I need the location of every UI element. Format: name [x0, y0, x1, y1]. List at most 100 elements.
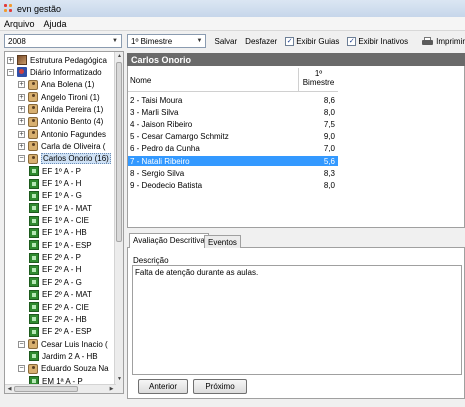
grade-cell[interactable]: 5,6 — [298, 157, 338, 166]
tree-item[interactable]: EF 2º A - G — [29, 276, 82, 288]
tree-item[interactable]: + Ana Bolena (1) — [18, 79, 94, 91]
class-icon — [29, 215, 39, 226]
printer-icon — [422, 36, 434, 46]
checkbox-checked-icon[interactable]: ✓ — [285, 36, 295, 46]
column-header-period[interactable]: 1º Bimestre — [298, 68, 338, 92]
tree-item[interactable]: − Diário Informatizado — [7, 66, 102, 78]
tree-item[interactable]: + Estrutura Pedagógica — [7, 54, 107, 66]
student-name: Carlos Onorio — [131, 54, 192, 65]
tree-item[interactable]: EF 2º A - P — [29, 252, 81, 264]
class-icon — [29, 277, 39, 288]
tree-item-label: Angelo Tironi (1) — [41, 92, 100, 102]
scroll-right-icon[interactable]: ▶ — [107, 385, 116, 393]
user-icon — [28, 339, 38, 350]
tab-eventos[interactable]: Eventos — [204, 235, 241, 248]
menu-arquivo[interactable]: Arquivo — [4, 19, 35, 29]
tree-item[interactable]: EF 1º A - G — [29, 190, 82, 202]
collapse-icon[interactable]: − — [7, 68, 14, 76]
tree-item[interactable]: EF 1º A - CIE — [29, 215, 89, 227]
class-icon — [29, 302, 39, 312]
previous-button[interactable]: Anterior — [138, 379, 188, 394]
description-label: Descrição — [133, 256, 169, 265]
next-button[interactable]: Próximo — [193, 379, 247, 394]
tree-item[interactable]: EF 2º A - ESP — [29, 326, 92, 338]
grade-cell[interactable]: 9,0 — [298, 132, 338, 141]
user-icon — [28, 116, 38, 127]
menu-ajuda[interactable]: Ajuda — [44, 19, 67, 29]
scrollbar-thumb[interactable] — [14, 386, 78, 392]
tree-item[interactable]: + Angelo Tironi (1) — [18, 91, 100, 103]
student-name-cell: 4 - Jaison Ribeiro — [130, 119, 193, 129]
tree-item[interactable]: EF 1º A - ESP — [29, 239, 92, 251]
undo-button[interactable]: Desfazer — [245, 37, 277, 46]
year-select[interactable]: 2008 ▼ — [4, 34, 122, 48]
period-select[interactable]: 1º Bimestre ▼ — [127, 34, 207, 48]
class-icon — [29, 314, 39, 325]
collapse-icon[interactable]: − — [18, 340, 25, 348]
grade-cell[interactable]: 7,5 — [298, 120, 338, 129]
tree-item[interactable]: − Carlos Onorio (16) — [18, 153, 111, 165]
toolbar: 1º Bimestre ▼ Salvar Desfazer ✓ Exibir G… — [127, 32, 465, 50]
table-row[interactable]: 3 - Marli Silva 8,0 — [128, 107, 338, 117]
class-icon — [29, 252, 39, 263]
tree-item[interactable]: + Antonio Bento (4) — [18, 116, 103, 128]
description-textarea[interactable]: Falta de atenção durante as aulas. — [132, 265, 462, 375]
scrollbar-thumb[interactable] — [116, 62, 122, 242]
tree-item[interactable]: Jardim 2 A - HB — [29, 350, 98, 362]
grades-grid[interactable]: Nome 1º Bimestre 2 - Taisi Moura 8,6 3 - M… — [127, 66, 465, 228]
table-row[interactable]: 2 - Taisi Moura 8,6 — [128, 95, 338, 105]
tree-item[interactable]: EF 1º A - HB — [29, 227, 87, 239]
table-row[interactable]: 7 - Natali Ribeiro 5,6 — [128, 156, 338, 166]
tree-item[interactable]: EF 2º A - H — [29, 264, 81, 276]
collapse-icon[interactable]: − — [18, 155, 25, 163]
show-tabs-toggle[interactable]: ✓ Exibir Guias — [285, 36, 339, 46]
tree-item[interactable]: EF 2º A - CIE — [29, 301, 89, 313]
tab-avaliacao-descritiva[interactable]: Avaliação Descritiva — [129, 233, 209, 248]
table-row[interactable]: 5 - Cesar Camargo Schmitz 9,0 — [128, 132, 338, 142]
tree-item[interactable]: EF 1º A - MAT — [29, 202, 92, 214]
student-name-cell: 7 - Natali Ribeiro — [130, 156, 190, 166]
grade-cell[interactable]: 8,6 — [298, 96, 338, 105]
show-inactive-toggle[interactable]: ✓ Exibir Inativos — [347, 36, 408, 46]
expand-icon[interactable]: + — [18, 130, 25, 138]
grades-header: Nome 1º Bimestre — [128, 66, 338, 92]
grade-cell[interactable]: 8,3 — [298, 169, 338, 178]
tree-item[interactable]: + Antonio Fagundes — [18, 128, 106, 140]
tree-vertical-scrollbar[interactable]: ▲ ▼ — [114, 52, 123, 393]
expand-icon[interactable]: + — [18, 93, 25, 101]
table-row[interactable]: 8 - Sergio Silva 8,3 — [128, 168, 338, 178]
expand-icon[interactable]: + — [18, 81, 25, 89]
tree-item[interactable]: + Carla de Oliveira ( — [18, 140, 105, 152]
tree-item[interactable]: EF 2º A - MAT — [29, 289, 92, 301]
scroll-down-icon[interactable]: ▼ — [115, 375, 123, 384]
scroll-up-icon[interactable]: ▲ — [115, 52, 123, 61]
user-icon — [28, 104, 38, 115]
tree-item-label: Ana Bolena (1) — [41, 80, 95, 90]
expand-icon[interactable]: + — [18, 142, 25, 150]
expand-icon[interactable]: + — [7, 56, 14, 64]
grade-cell[interactable]: 8,0 — [298, 108, 338, 117]
save-button[interactable]: Salvar — [214, 37, 237, 46]
column-header-name[interactable]: Nome — [130, 76, 151, 85]
table-row[interactable]: 4 - Jaison Ribeiro 7,5 — [128, 119, 338, 129]
tree-item[interactable]: − Eduardo Souza Na — [18, 363, 109, 375]
expand-icon[interactable]: + — [18, 118, 25, 126]
navigation-tree[interactable]: + Estrutura Pedagógica − Diário Informatiza… — [4, 51, 124, 394]
tree-item[interactable]: + Anilda Pereira (1) — [18, 103, 103, 115]
table-row[interactable]: 6 - Pedro da Cunha 7,0 — [128, 144, 338, 154]
tree-item[interactable]: EF 1º A - P — [29, 165, 81, 177]
tree-horizontal-scrollbar[interactable]: ◀ ▶ — [5, 384, 116, 393]
tree-item-label: Eduardo Souza Na — [41, 364, 109, 374]
print-button[interactable]: Imprimir — [422, 36, 465, 46]
tree-item[interactable]: EF 1º A - H — [29, 178, 81, 190]
grade-cell[interactable]: 8,0 — [298, 181, 338, 190]
tree-item[interactable]: − Cesar Luis Inacio ( — [18, 338, 108, 350]
collapse-icon[interactable]: − — [18, 365, 25, 373]
scroll-left-icon[interactable]: ◀ — [5, 385, 14, 393]
table-row[interactable]: 9 - Deodecio Batista 8,0 — [128, 180, 338, 190]
grade-cell[interactable]: 7,0 — [298, 144, 338, 153]
tree-item[interactable]: EF 2º A - HB — [29, 313, 87, 325]
expand-icon[interactable]: + — [18, 105, 25, 113]
user-icon — [28, 363, 38, 374]
checkbox-checked-icon[interactable]: ✓ — [347, 36, 357, 46]
